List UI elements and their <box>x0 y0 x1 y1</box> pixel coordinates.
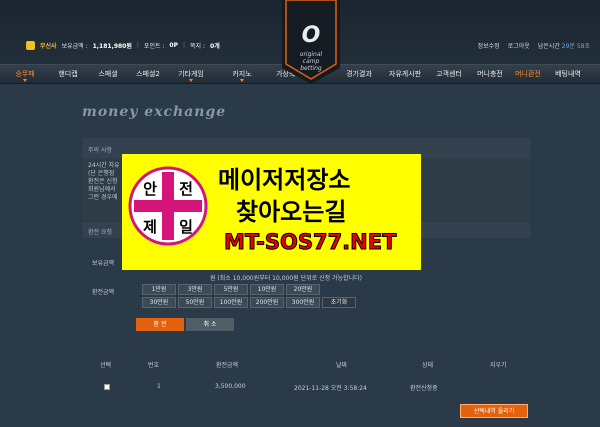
nav-label: 기타게임 <box>178 70 204 78</box>
message-label[interactable]: 쪽지 : <box>190 41 205 50</box>
exchange-submit-button[interactable]: 환 전 <box>136 318 184 331</box>
logo-letter: O <box>302 23 321 48</box>
amount-button-500k[interactable]: 50만원 <box>178 297 212 308</box>
notice-title: 주의 사항 <box>88 147 112 154</box>
nav-item-deposit[interactable]: 머니충전 <box>470 65 510 85</box>
nav-item-customer-center[interactable]: 고객센터 <box>428 65 470 85</box>
top-links: 정보수정 로그아웃 남은시간 29분 58초 <box>478 41 590 50</box>
amount-button-2m[interactable]: 200만원 <box>250 297 284 308</box>
row-date: 2021-11-28 오전 3:58:24 <box>294 385 367 392</box>
nav-item-results[interactable]: 경기결과 <box>340 65 378 85</box>
amount-button-1m[interactable]: 100만원 <box>214 297 248 308</box>
nav-label: 고객센터 <box>436 70 462 78</box>
logo-char: 전 <box>179 180 193 198</box>
balance-row-label: 보유금액 <box>92 260 115 267</box>
col-status: 상태 <box>422 362 434 369</box>
logo-line2: camp <box>303 58 320 65</box>
amount-button-10k[interactable]: 1만원 <box>142 284 176 295</box>
col-delete: 지우기 <box>490 362 507 369</box>
ad-url[interactable]: MT-SOS77.NET <box>223 230 396 255</box>
nav-item-special[interactable]: 스페셜 <box>90 65 126 85</box>
crown-icon <box>26 41 35 50</box>
nav-label: 머니충전 <box>477 70 503 78</box>
amount-button-200k[interactable]: 20만원 <box>286 284 320 295</box>
submit-selected-button[interactable]: 선택내역 올리기 <box>460 404 528 418</box>
ad-banner[interactable]: 안 전 제 일 메이저저장소 찾아오는길 MT-SOS77.NET <box>122 154 421 270</box>
amount-button-50k[interactable]: 5만원 <box>214 284 248 295</box>
page-title: money exchange <box>82 104 227 120</box>
point-value: 0P <box>169 42 178 49</box>
nav-item-other-games[interactable]: 기타게임 <box>170 65 212 85</box>
remaining-time-value: 29분 58초 <box>561 43 590 50</box>
nav-label: 경기결과 <box>346 70 372 78</box>
nav-label: 스페셜 <box>98 70 118 78</box>
user-nickname: 무신사 <box>40 43 57 50</box>
amount-button-3m[interactable]: 300만원 <box>286 297 320 308</box>
caret-down-icon <box>189 79 193 82</box>
logo-shield-icon: O original camp betting <box>282 0 340 84</box>
row-number: 1 <box>157 383 161 390</box>
site-logo[interactable]: O original camp betting <box>282 0 340 84</box>
row-status: 환전신청중 <box>410 385 438 392</box>
nav-label: 자유게시판 <box>388 70 422 78</box>
nav-item-casino[interactable]: 카지노 <box>222 65 262 85</box>
exchange-title: 환전 요청 <box>88 229 112 236</box>
col-date: 날짜 <box>336 362 348 369</box>
nav-label: 베팅내역 <box>555 70 581 78</box>
logo-char: 제 <box>143 218 157 236</box>
exchange-cancel-button[interactable]: 취 소 <box>186 318 234 331</box>
amount-button-100k[interactable]: 10만원 <box>250 284 284 295</box>
logo-line1: original <box>300 51 323 58</box>
logo-char: 안 <box>143 180 157 198</box>
divider: | <box>183 42 186 49</box>
balance-value: 1,181,980원 <box>92 43 132 50</box>
table-row: 1 3,500,000 2021-11-28 오전 3:58:24 환전신청중 <box>82 380 530 394</box>
col-select: 선택 <box>100 362 112 369</box>
col-number: 번호 <box>148 362 160 369</box>
caret-down-icon <box>23 79 27 82</box>
message-count[interactable]: 0개 <box>210 41 220 50</box>
nav-label: 머니환전 <box>515 70 541 78</box>
nav-label: 카지노 <box>232 70 252 78</box>
amount-button-30k[interactable]: 3만원 <box>178 284 212 295</box>
amount-row-label: 환전금액 <box>92 289 115 296</box>
logo-line3: betting <box>300 65 322 72</box>
nav-label: 핸디캡 <box>58 70 78 78</box>
balance-label: 보유금액 : <box>61 43 88 50</box>
nav-item-free-board[interactable]: 자유게시판 <box>382 65 428 85</box>
col-amount: 환전금액 <box>216 362 239 369</box>
nav-label: 스페셜2 <box>136 70 160 78</box>
history-table-header: 선택 번호 환전금액 날짜 상태 지우기 <box>82 357 530 371</box>
amount-button-300k[interactable]: 30만원 <box>142 297 176 308</box>
caret-down-icon <box>240 79 244 82</box>
ad-subheadline: 찾아오는길 <box>236 198 347 226</box>
nav-item-win-draw-lose[interactable]: 승무패 <box>6 65 44 85</box>
point-label: 포인트 : <box>143 43 165 50</box>
nav-item-handicap[interactable]: 핸디캡 <box>48 65 88 85</box>
row-checkbox[interactable] <box>104 384 110 390</box>
reset-button[interactable]: 초기화 <box>322 297 356 308</box>
nav-item-special2[interactable]: 스페셜2 <box>126 65 170 85</box>
row-amount: 3,500,000 <box>215 383 246 390</box>
safety-first-logo-icon: 안 전 제 일 <box>128 166 208 246</box>
divider: | <box>136 42 139 49</box>
nav-item-bet-history[interactable]: 베팅내역 <box>546 65 590 85</box>
nav-label: 승무패 <box>15 70 35 78</box>
ad-headline: 메이저저장소 <box>218 166 351 194</box>
nav-item-withdraw[interactable]: 머니환전 <box>508 65 548 85</box>
remaining-time-label: 남은시간 <box>537 43 560 50</box>
amount-note: 원 (최소 10,000원부터 10,000원 단위로 신청 가능합니다) <box>210 275 362 282</box>
edit-profile-link[interactable]: 정보수정 <box>478 41 500 50</box>
logo-char: 일 <box>179 218 193 236</box>
user-info: 무신사 보유금액 : 1,181,980원 | 포인트 : 0P | 쪽지 : … <box>26 41 220 50</box>
logout-link[interactable]: 로그아웃 <box>508 41 530 50</box>
